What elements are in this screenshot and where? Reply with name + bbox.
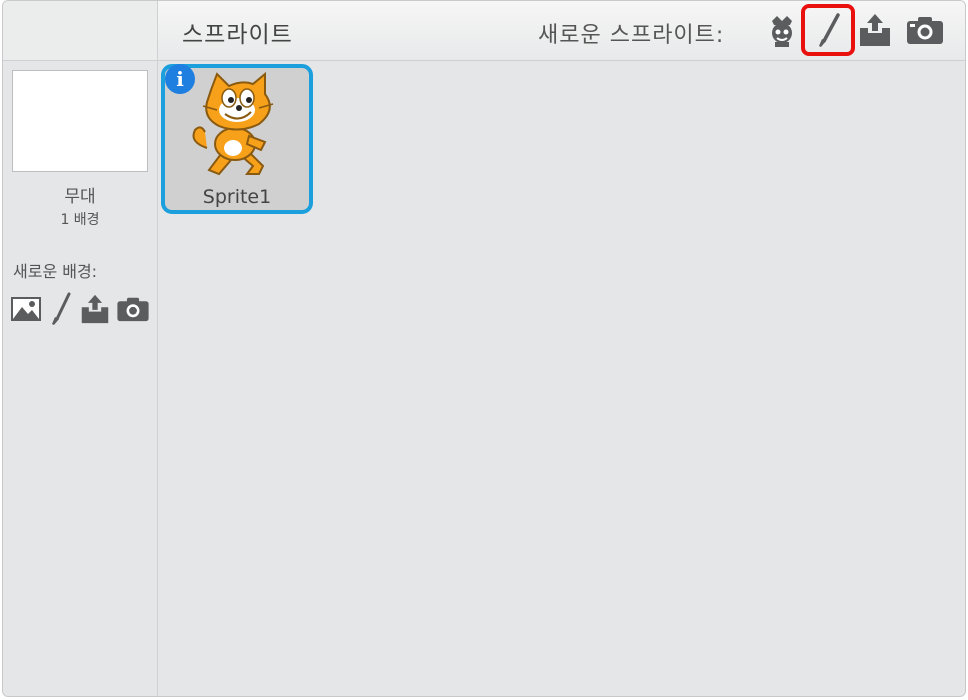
sprites-header: 스프라이트 새로운 스프라이트: — [158, 1, 965, 61]
camera-icon — [117, 297, 149, 322]
choose-sprite-from-library-button[interactable] — [762, 9, 802, 51]
backdrop-count: 1 배경 — [60, 212, 100, 228]
camera-icon — [907, 17, 943, 44]
stage-thumbnail[interactable] — [12, 70, 148, 172]
sprite-tile[interactable]: i Sprite1 — [161, 64, 313, 214]
upload-sprite-button[interactable] — [855, 9, 895, 51]
camera-sprite-button[interactable] — [905, 9, 945, 51]
stage-header — [3, 1, 158, 61]
stage-label: 무대 — [64, 187, 96, 207]
paint-new-backdrop-button[interactable] — [44, 291, 78, 327]
paint-brush-icon — [819, 13, 840, 47]
page-title: 스프라이트 — [182, 22, 293, 48]
sprite-name-label: Sprite1 — [202, 186, 272, 208]
upload-icon — [81, 294, 109, 324]
new-backdrop-label: 새로운 배경: — [13, 262, 98, 281]
sprite-library-icon — [772, 16, 792, 47]
upload-backdrop-button[interactable] — [78, 291, 112, 327]
new-sprite-label: 새로운 스프라이트: — [538, 23, 725, 48]
cat-sprite-thumbnail — [192, 71, 274, 176]
upload-icon — [860, 14, 890, 46]
image-library-icon — [11, 297, 41, 321]
sprite-pane: 스프라이트 새로운 스프라이트: 무대 1 배경 새로운 배경: i Sprit… — [2, 0, 966, 697]
paint-new-sprite-button[interactable] — [801, 4, 855, 56]
choose-backdrop-from-library-button[interactable] — [9, 291, 43, 327]
camera-backdrop-button[interactable] — [116, 291, 150, 327]
paint-brush-icon — [52, 292, 71, 325]
